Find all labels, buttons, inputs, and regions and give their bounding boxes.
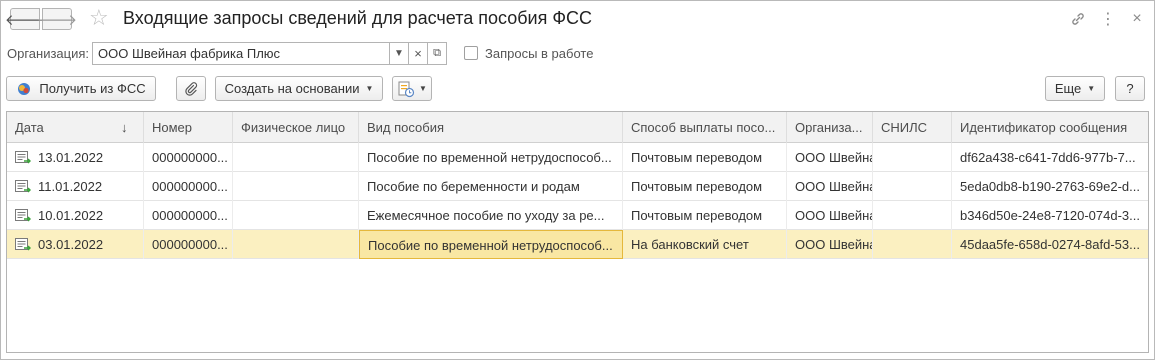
arrow-right-icon: 🡒: [36, 11, 78, 29]
organization-field[interactable]: ООО Швейная фабрика Плюс: [92, 42, 390, 65]
table-cell-snils[interactable]: [873, 230, 952, 259]
chevron-down-icon: ▼: [1087, 84, 1096, 93]
clear-button[interactable]: ×: [408, 42, 428, 65]
column-header-date[interactable]: Дата ↓: [7, 112, 144, 143]
more-button[interactable]: Еще ▼: [1045, 76, 1105, 101]
in-work-checkbox[interactable]: [464, 46, 478, 60]
table-cell-payment[interactable]: Почтовым переводом: [623, 172, 787, 201]
create-based-on-label: Создать на основании: [224, 81, 360, 96]
table-cell-payment[interactable]: На банковский счет: [623, 230, 787, 259]
table-cell-msg-id[interactable]: b346d50e-24e8-7120-074d-3...: [952, 201, 1148, 230]
table-cell-msg-id[interactable]: 5eda0db8-b190-2763-69e2-d...: [952, 172, 1148, 201]
table-cell-msg-id[interactable]: 45daa5fe-658d-0274-8afd-53...: [952, 230, 1148, 259]
table-cell-payment[interactable]: Почтовым переводом: [623, 201, 787, 230]
organization-label: Организация:: [7, 46, 90, 61]
table-cell-number[interactable]: 000000000...: [144, 143, 233, 172]
table-cell-benefit[interactable]: Пособие по временной нетрудоспособ...: [359, 230, 623, 259]
requests-table[interactable]: Дата ↓ Номер Физическое лицо Вид пособия…: [6, 111, 1149, 353]
table-header: Дата ↓ Номер Физическое лицо Вид пособия…: [7, 112, 1148, 143]
fss-icon: [18, 82, 31, 95]
chevron-down-icon: ▼: [365, 84, 374, 93]
table-cell-payment[interactable]: Почтовым переводом: [623, 143, 787, 172]
table-cell-snils[interactable]: [873, 201, 952, 230]
table-cell-date[interactable]: 10.01.2022: [7, 201, 144, 230]
table-row[interactable]: 10.01.2022 000000000... Ежемесячное пособи…: [7, 201, 1148, 230]
table-cell-snils[interactable]: [873, 172, 952, 201]
table-row[interactable]: 03.01.2022 000000000... Пособие по временн…: [7, 230, 1148, 259]
forward-button[interactable]: 🡒: [37, 8, 77, 30]
more-label: Еще: [1054, 81, 1082, 96]
window: 🡐 🡒 ☆ Входящие запросы сведений для расч…: [0, 0, 1155, 360]
open-window-icon: ⧉: [433, 47, 441, 59]
get-from-fss-button[interactable]: Получить из ФСС: [6, 76, 156, 101]
table-cell-person[interactable]: [233, 143, 359, 172]
column-header-benefit[interactable]: Вид пособия: [359, 112, 623, 143]
table-cell-benefit[interactable]: Ежемесячное пособие по уходу за ре...: [359, 201, 623, 230]
table-cell-date[interactable]: 13.01.2022: [7, 143, 144, 172]
attach-button[interactable]: [176, 76, 206, 101]
table-cell-org[interactable]: ООО Швейна: [787, 201, 873, 230]
chevron-down-icon: ▼: [419, 84, 427, 93]
dropdown-button[interactable]: ▼: [389, 42, 409, 65]
table-cell-person[interactable]: [233, 172, 359, 201]
print-button[interactable]: ▼: [392, 76, 432, 101]
column-header-payment[interactable]: Способ выплаты посо...: [623, 112, 787, 143]
table-cell-number[interactable]: 000000000...: [144, 230, 233, 259]
table-cell-person[interactable]: [233, 230, 359, 259]
paperclip-icon: [185, 81, 198, 96]
table-row[interactable]: 11.01.2022 000000000... Пособие по беремен…: [7, 172, 1148, 201]
title-bar: 🡐 🡒 ☆ Входящие запросы сведений для расч…: [1, 1, 1154, 37]
open-button[interactable]: ⧉: [427, 42, 447, 65]
column-header-person[interactable]: Физическое лицо: [233, 112, 359, 143]
table-row[interactable]: 13.01.2022 000000000... Пособие по временн…: [7, 143, 1148, 172]
table-cell-snils[interactable]: [873, 143, 952, 172]
table-cell-benefit[interactable]: Пособие по беременности и родам: [359, 172, 623, 201]
column-header-snils[interactable]: СНИЛС: [873, 112, 952, 143]
table-cell-benefit[interactable]: Пособие по временной нетрудоспособ...: [359, 143, 623, 172]
table-cell-org[interactable]: ООО Швейна: [787, 230, 873, 259]
column-header-message-id[interactable]: Идентификатор сообщения: [952, 112, 1148, 143]
get-from-fss-label: Получить из ФСС: [39, 81, 146, 96]
back-button[interactable]: 🡐: [5, 8, 45, 30]
sort-down-icon: ↓: [121, 120, 128, 135]
column-header-number[interactable]: Номер: [144, 112, 233, 143]
chevron-down-icon: ▼: [394, 48, 404, 59]
column-header-organization[interactable]: Организа...: [787, 112, 873, 143]
help-label: ?: [1126, 81, 1134, 96]
table-cell-person[interactable]: [233, 201, 359, 230]
create-based-on-button[interactable]: Создать на основании ▼: [215, 76, 383, 101]
table-cell-date[interactable]: 03.01.2022: [7, 230, 144, 259]
link-icon[interactable]: [1068, 9, 1088, 29]
close-icon[interactable]: ×: [1127, 9, 1147, 29]
document-clock-icon: [398, 81, 415, 97]
table-cell-org[interactable]: ООО Швейна: [787, 143, 873, 172]
table-cell-msg-id[interactable]: df62a438-c641-7dd6-977b-7...: [952, 143, 1148, 172]
clear-icon: ×: [414, 46, 422, 61]
page-title: Входящие запросы сведений для расчета по…: [123, 8, 593, 28]
help-button[interactable]: ?: [1115, 76, 1145, 101]
table-cell-number[interactable]: 000000000...: [144, 201, 233, 230]
table-cell-org[interactable]: ООО Швейна: [787, 172, 873, 201]
table-cell-date[interactable]: 11.01.2022: [7, 172, 144, 201]
more-vertical-icon[interactable]: ⋮: [1098, 9, 1118, 29]
in-work-label: Запросы в работе: [485, 46, 594, 61]
star-icon[interactable]: ☆: [89, 7, 115, 31]
table-cell-number[interactable]: 000000000...: [144, 172, 233, 201]
